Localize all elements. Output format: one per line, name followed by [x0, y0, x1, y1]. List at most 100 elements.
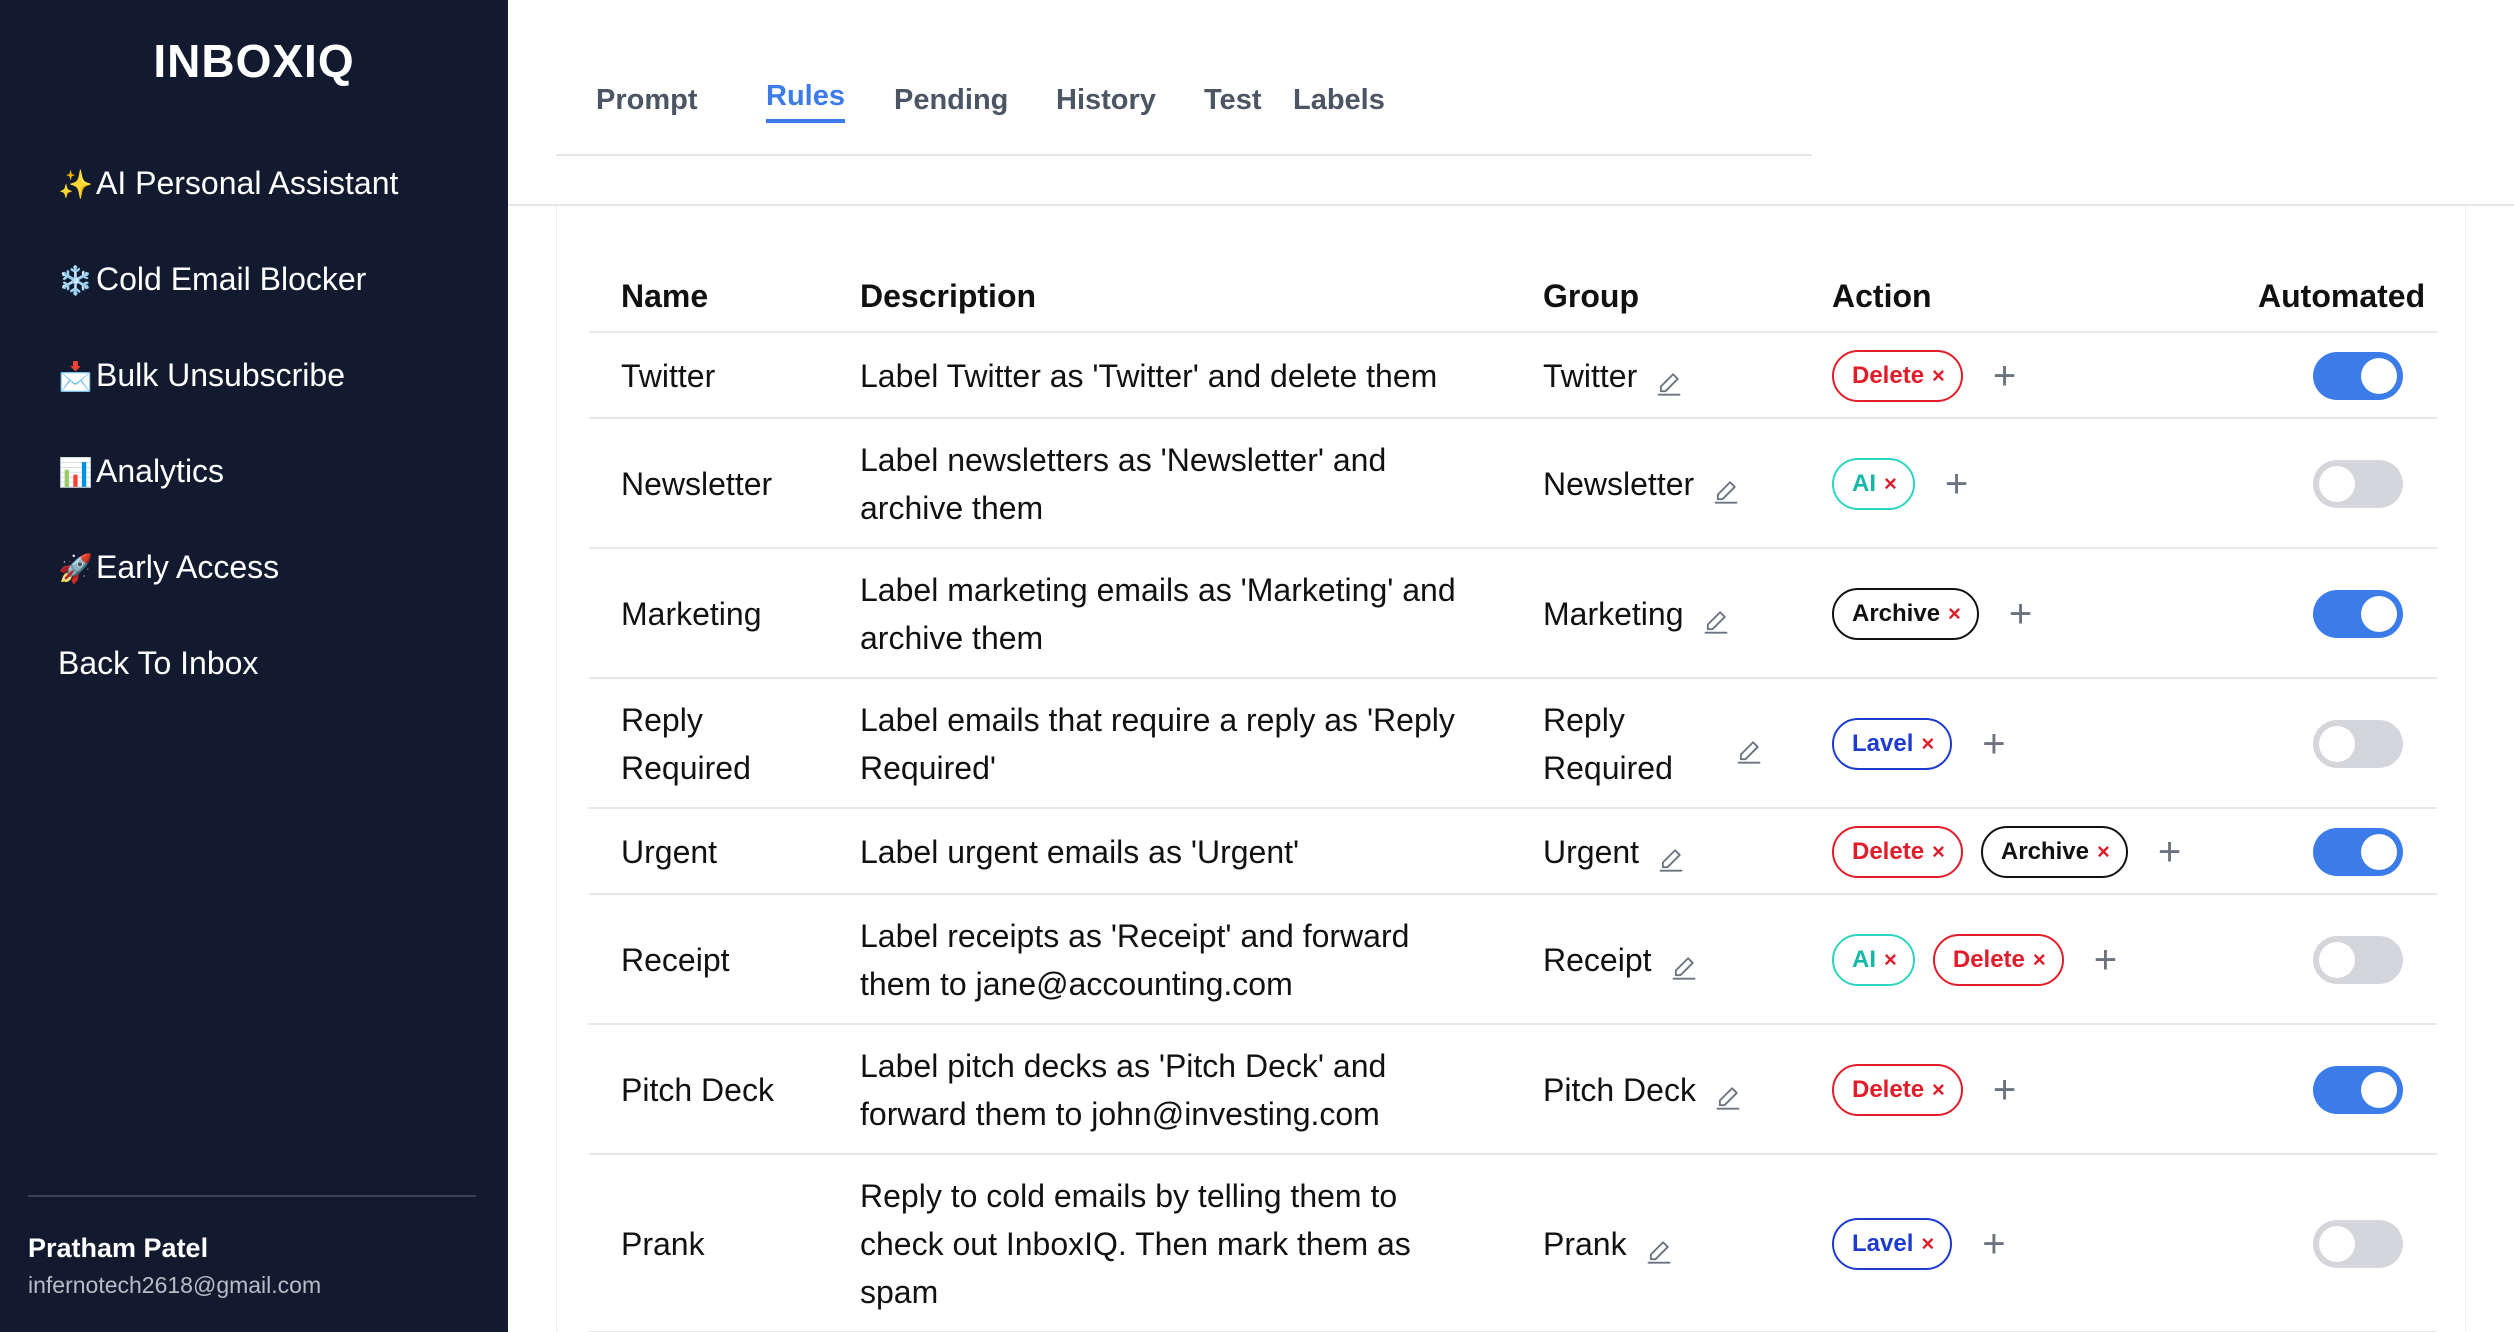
automated-toggle[interactable]	[2313, 720, 2403, 768]
rule-name: Prank	[621, 1226, 705, 1262]
action-badge-delete[interactable]: Delete ×	[1932, 934, 2064, 986]
rule-description: Label pitch decks as 'Pitch Deck' and fo…	[860, 1048, 1387, 1132]
action-badge-lavel[interactable]: Lavel ×	[1832, 1218, 1953, 1270]
action-badge-delete[interactable]: Delete ×	[1832, 1064, 1963, 1116]
automated-cell	[2313, 828, 2403, 876]
rule-name: Receipt	[621, 942, 730, 978]
toggle-knob	[2319, 466, 2355, 502]
action-badge-delete[interactable]: Delete ×	[1832, 350, 1963, 402]
rule-actions: AI × Delete × +	[1832, 934, 2117, 986]
pencil-icon[interactable]	[1735, 730, 1763, 764]
sidebar-item-bulk-unsubscribe[interactable]: 📩Bulk Unsubscribe	[58, 347, 398, 443]
automated-toggle[interactable]	[2313, 460, 2403, 508]
close-icon[interactable]: ×	[1921, 1220, 1934, 1268]
automated-cell	[2313, 936, 2403, 984]
plus-icon[interactable]: +	[2158, 832, 2181, 872]
group-label: Prank	[1543, 1226, 1627, 1262]
pencil-icon[interactable]	[1702, 600, 1730, 634]
close-icon[interactable]: ×	[1884, 460, 1897, 508]
pencil-icon[interactable]	[1655, 362, 1683, 396]
action-badge-delete[interactable]: Delete ×	[1832, 826, 1963, 878]
rule-actions: Delete × +	[1832, 350, 2016, 402]
plus-icon[interactable]: +	[1945, 464, 1968, 504]
sidebar-item-analytics[interactable]: 📊Analytics	[58, 443, 398, 539]
toggle-knob	[2361, 596, 2397, 632]
pencil-icon[interactable]	[1657, 838, 1685, 872]
rules-table: Name Description Group Action Automated …	[589, 236, 2437, 1332]
sidebar-item-cold-email-blocker[interactable]: ❄️Cold Email Blocker	[58, 251, 398, 347]
rule-description: Label Twitter as 'Twitter' and delete th…	[860, 358, 1438, 394]
rule-name: Newsletter	[621, 466, 773, 502]
action-badge-ai[interactable]: AI ×	[1832, 934, 1915, 986]
automated-toggle[interactable]	[2313, 590, 2403, 638]
action-badge-lavel[interactable]: Lavel ×	[1832, 718, 1953, 770]
close-icon[interactable]: ×	[1932, 828, 1945, 876]
close-icon[interactable]: ×	[1932, 352, 1945, 400]
action-badge-archive[interactable]: Archive ×	[1832, 588, 1979, 640]
toggle-knob	[2361, 358, 2397, 394]
automated-cell	[2313, 720, 2403, 768]
pencil-icon[interactable]	[1712, 470, 1740, 504]
user-name: Pratham Patel	[28, 1233, 209, 1263]
action-badge-label: AI	[1852, 470, 1876, 497]
automated-toggle[interactable]	[2313, 828, 2403, 876]
automated-toggle[interactable]	[2313, 1066, 2403, 1114]
automated-cell	[2313, 1220, 2403, 1268]
pencil-icon[interactable]	[1670, 946, 1698, 980]
rule-group: Receipt	[1543, 936, 1773, 984]
rule-actions: Lavel × +	[1832, 1218, 2006, 1270]
tab-prompt[interactable]: Prompt	[596, 84, 698, 117]
column-header-description: Description	[860, 278, 1037, 314]
action-badge-label: Archive	[1852, 600, 1941, 627]
close-icon[interactable]: ×	[1884, 936, 1897, 984]
table-row: Marketing Label marketing emails as 'Mark…	[589, 549, 2437, 679]
close-icon[interactable]: ×	[1932, 1066, 1945, 1114]
tab-pending[interactable]: Pending	[894, 84, 1008, 117]
sidebar-divider	[28, 1195, 476, 1197]
column-header-group: Group	[1543, 278, 1639, 314]
pencil-icon[interactable]	[1714, 1076, 1742, 1110]
sidebar: INBOXIQ ✨AI Personal Assistant ❄️Cold Em…	[0, 0, 508, 1332]
plus-icon[interactable]: +	[1993, 356, 2016, 396]
tab-history[interactable]: History	[1056, 84, 1156, 117]
plus-icon[interactable]: +	[2009, 594, 2032, 634]
rule-group: Urgent	[1543, 828, 1773, 876]
close-icon[interactable]: ×	[1921, 720, 1934, 768]
action-badge-label: Delete	[1852, 362, 1925, 389]
rule-group: Twitter	[1543, 352, 1773, 400]
action-badge-label: Delete	[1852, 1076, 1925, 1103]
rule-actions: Delete × Archive × +	[1832, 826, 2181, 878]
plus-icon[interactable]: +	[1993, 1070, 2016, 1110]
plus-icon[interactable]: +	[2094, 940, 2117, 980]
group-label: Newsletter	[1543, 466, 1695, 502]
sidebar-item-early-access[interactable]: 🚀Early Access	[58, 539, 398, 635]
action-badge-label: Delete	[1952, 946, 2025, 973]
table-row: Reply Required Label emails that require …	[589, 679, 2437, 809]
automated-toggle[interactable]	[2313, 1220, 2403, 1268]
tab-test[interactable]: Test	[1204, 84, 1261, 117]
user-email: infernotech2618@gmail.com	[28, 1272, 322, 1298]
plus-icon[interactable]: +	[1982, 1224, 2005, 1264]
app-logo[interactable]: INBOXIQ	[0, 34, 508, 88]
rule-name: Reply Required	[621, 702, 751, 786]
tab-labels[interactable]: Labels	[1293, 84, 1385, 117]
automated-toggle[interactable]	[2313, 936, 2403, 984]
action-badge-ai[interactable]: AI ×	[1832, 458, 1915, 510]
close-icon[interactable]: ×	[2097, 828, 2110, 876]
sidebar-item-ai-personal-assistant[interactable]: ✨AI Personal Assistant	[58, 155, 398, 251]
table-row: Receipt Label receipts as 'Receipt' and f…	[589, 895, 2437, 1025]
tab-rules[interactable]: Rules	[766, 80, 845, 123]
table-row: Twitter Label Twitter as 'Twitter' and de…	[589, 333, 2437, 419]
action-badge-archive[interactable]: Archive ×	[1980, 826, 2128, 878]
automated-toggle[interactable]	[2313, 352, 2403, 400]
group-label: Reply Required	[1543, 702, 1673, 786]
close-icon[interactable]: ×	[2033, 936, 2046, 984]
action-badge-label: Lavel	[1852, 730, 1914, 757]
sidebar-item-back-to-inbox[interactable]: Back To Inbox	[58, 635, 398, 731]
action-badge-label: Archive	[2000, 838, 2089, 865]
close-icon[interactable]: ×	[1948, 590, 1961, 638]
toggle-knob	[2319, 942, 2355, 978]
pencil-icon[interactable]	[1645, 1230, 1673, 1264]
plus-icon[interactable]: +	[1982, 724, 2005, 764]
automated-cell	[2313, 460, 2403, 508]
